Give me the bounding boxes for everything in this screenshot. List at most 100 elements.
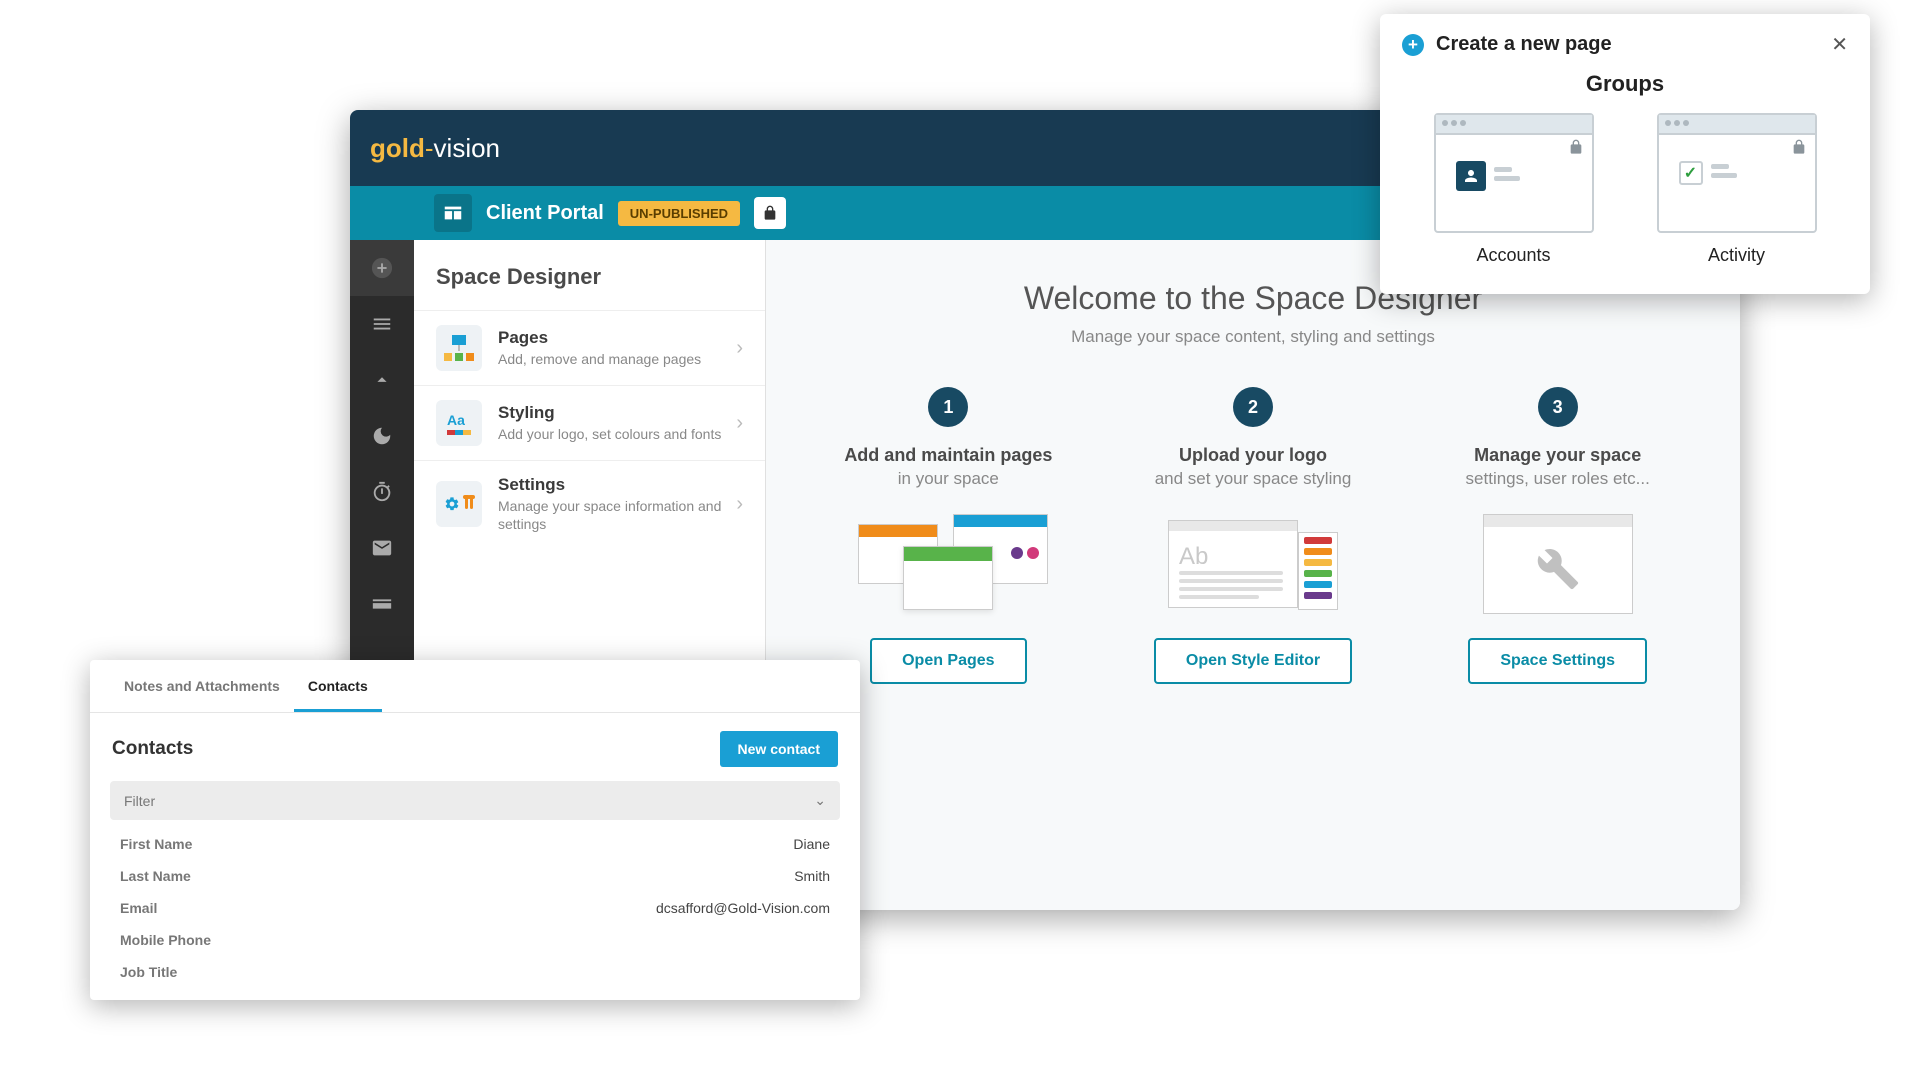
portal-title: Client Portal	[486, 202, 604, 225]
logo-part1: gold	[370, 133, 425, 163]
step-desc: settings, user roles etc...	[1415, 468, 1700, 490]
popup-card-activity[interactable]: ✓ Activity	[1657, 113, 1817, 266]
step-illustration: Ab	[1163, 514, 1343, 614]
side-item-styling[interactable]: Aa Styling Add your logo, set colours an…	[414, 385, 765, 460]
field-value: dcsafford@Gold-Vision.com	[656, 900, 830, 916]
create-page-popup: + Create a new page ✕ Groups Accounts ✓	[1380, 14, 1870, 294]
step-desc: in your space	[806, 468, 1091, 490]
lines-icon	[1494, 167, 1520, 185]
steps-row: 1 Add and maintain pages in your space O…	[796, 387, 1710, 684]
popup-cards: Accounts ✓ Activity	[1402, 113, 1848, 266]
logo: gold-vision	[370, 133, 500, 164]
table-row: Last Name Smith	[90, 860, 860, 892]
tabs: Notes and Attachments Contacts	[90, 660, 860, 713]
status-badge: UN-PUBLISHED	[618, 201, 740, 226]
table-row: Job Title	[90, 956, 860, 988]
pages-icon	[436, 325, 482, 371]
portal-icon	[434, 194, 472, 232]
rail-menu-button[interactable]	[350, 296, 414, 352]
table-row: Email dcsafford@Gold-Vision.com	[90, 892, 860, 924]
popup-title: Create a new page	[1436, 33, 1612, 56]
popup-header: + Create a new page ✕	[1402, 32, 1848, 57]
popup-card-label: Accounts	[1434, 245, 1594, 266]
step-illustration	[858, 514, 1038, 614]
side-item-desc: Manage your space information and settin…	[498, 497, 736, 533]
lock-icon	[762, 205, 778, 221]
plus-circle-icon	[371, 257, 393, 279]
step-title: Manage your space	[1415, 445, 1700, 466]
step-illustration	[1468, 514, 1648, 614]
popup-card-label: Activity	[1657, 245, 1817, 266]
logo-part2: vision	[434, 133, 500, 163]
step-desc: and set your space styling	[1111, 468, 1396, 490]
tab-notes[interactable]: Notes and Attachments	[110, 660, 294, 712]
table-row: Mobile Phone	[90, 924, 860, 956]
step-2: 2 Upload your logo and set your space st…	[1101, 387, 1406, 684]
step-title: Add and maintain pages	[806, 445, 1091, 466]
filter-dropdown[interactable]: Filter ⌄	[110, 781, 840, 820]
step-title: Upload your logo	[1111, 445, 1396, 466]
stopwatch-icon	[371, 481, 393, 503]
rail-collapse-button[interactable]	[350, 352, 414, 408]
chevron-right-icon: ›	[736, 337, 743, 360]
rail-add-button[interactable]	[350, 240, 414, 296]
step-number: 2	[1233, 387, 1273, 427]
side-item-title: Settings	[498, 475, 736, 495]
filter-label: Filter	[124, 793, 155, 809]
main-content: Welcome to the Space Designer Manage you…	[766, 240, 1740, 910]
open-style-editor-button[interactable]: Open Style Editor	[1154, 638, 1352, 684]
field-label: First Name	[120, 836, 192, 852]
chevron-up-icon	[371, 369, 393, 391]
field-value: Diane	[793, 836, 830, 852]
check-icon: ✓	[1679, 161, 1703, 185]
step-1: 1 Add and maintain pages in your space O…	[796, 387, 1101, 684]
chevron-right-icon: ›	[736, 493, 743, 516]
chevron-down-icon: ⌄	[814, 792, 826, 809]
new-contact-button[interactable]: New contact	[720, 731, 838, 767]
popup-section-title: Groups	[1402, 71, 1848, 97]
settings-icon	[436, 481, 482, 527]
side-item-desc: Add, remove and manage pages	[498, 350, 736, 368]
person-icon	[1456, 161, 1486, 191]
side-item-title: Pages	[498, 328, 736, 348]
lock-icon	[1791, 139, 1807, 160]
field-label: Job Title	[120, 964, 177, 980]
styling-icon: Aa	[436, 400, 482, 446]
tab-contacts[interactable]: Contacts	[294, 660, 382, 712]
side-item-pages[interactable]: Pages Add, remove and manage pages ›	[414, 310, 765, 385]
moon-icon	[371, 425, 393, 447]
side-item-title: Styling	[498, 403, 736, 423]
mail-icon	[371, 537, 393, 559]
side-item-desc: Add your logo, set colours and fonts	[498, 425, 736, 443]
popup-card-accounts[interactable]: Accounts	[1434, 113, 1594, 266]
menu-icon	[371, 313, 393, 335]
side-panel-title: Space Designer	[414, 240, 765, 310]
rail-timer-button[interactable]	[350, 464, 414, 520]
table-row: First Name Diane	[90, 828, 860, 860]
chevron-right-icon: ›	[736, 412, 743, 435]
rail-payment-button[interactable]	[350, 576, 414, 632]
contacts-header: Contacts New contact	[90, 713, 860, 781]
logo-dash: -	[425, 133, 434, 163]
field-value: Smith	[794, 868, 830, 884]
lock-button[interactable]	[754, 197, 786, 229]
step-3: 3 Manage your space settings, user roles…	[1405, 387, 1710, 684]
open-pages-button[interactable]: Open Pages	[870, 638, 1026, 684]
lines-icon	[1711, 164, 1737, 182]
side-item-settings[interactable]: Settings Manage your space information a…	[414, 460, 765, 547]
step-number: 3	[1538, 387, 1578, 427]
field-label: Email	[120, 900, 157, 916]
close-button[interactable]: ✕	[1831, 32, 1848, 57]
field-label: Last Name	[120, 868, 191, 884]
field-label: Mobile Phone	[120, 932, 211, 948]
rail-mail-button[interactable]	[350, 520, 414, 576]
space-settings-button[interactable]: Space Settings	[1468, 638, 1647, 684]
payment-icon	[371, 593, 393, 615]
lock-icon	[1568, 139, 1584, 160]
contacts-title: Contacts	[112, 738, 193, 760]
plus-icon: +	[1402, 34, 1424, 56]
welcome-subtitle: Manage your space content, styling and s…	[796, 327, 1710, 347]
contacts-panel: Notes and Attachments Contacts Contacts …	[90, 660, 860, 1000]
rail-dark-button[interactable]	[350, 408, 414, 464]
step-number: 1	[928, 387, 968, 427]
